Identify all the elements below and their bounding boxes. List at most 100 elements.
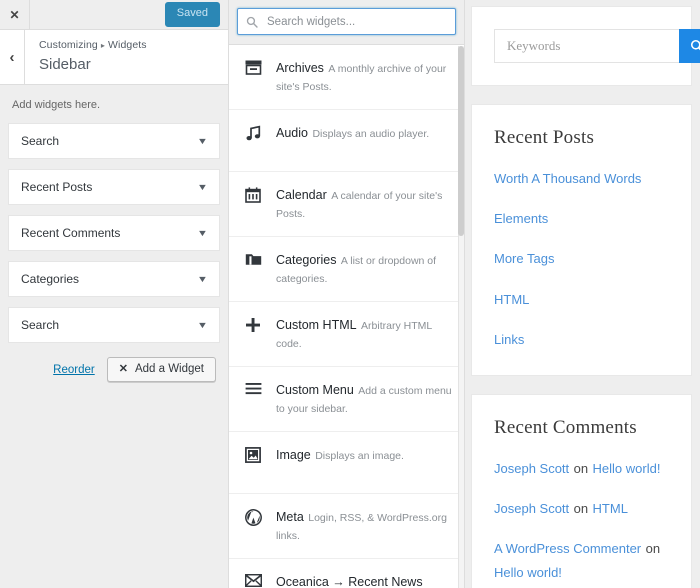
search-icon	[690, 39, 700, 51]
comment-author-link[interactable]: Joseph Scott	[494, 461, 569, 476]
customizer-app: ✕ Saved ‹ Customizing ▸ Widgets Sidebar Ad…	[0, 0, 700, 588]
archive-icon	[242, 60, 264, 75]
available-widgets-list: Archives A monthly archive of your site'…	[229, 45, 464, 587]
preview-recent-posts-widget: Recent Posts Worth A Thousand Words Elem…	[471, 104, 692, 376]
widget-accordion-row[interactable]: Recent Posts ▼	[8, 169, 220, 205]
widget-title: Image	[276, 448, 311, 462]
customizer-body: Add widgets here. Search ▼ Recent Posts …	[0, 85, 228, 382]
list-item: Elements	[494, 207, 669, 230]
widget-accordion-row[interactable]: Search ▼	[8, 307, 220, 343]
chevron-down-icon: ▼	[196, 182, 209, 192]
page-title: Sidebar	[39, 55, 91, 73]
post-link[interactable]: Worth A Thousand Words	[494, 171, 641, 186]
category-icon	[242, 252, 264, 266]
widget-list-item[interactable]: Categories A list or dropdown of categor…	[229, 237, 464, 302]
widget-list-item[interactable]: Archives A monthly archive of your site'…	[229, 45, 464, 110]
scrollbar-thumb[interactable]	[458, 46, 464, 236]
chevron-down-icon: ▼	[196, 320, 209, 330]
customizer-section-header: ‹ Customizing ▸ Widgets Sidebar	[0, 30, 228, 85]
search-input[interactable]	[265, 14, 455, 29]
comment-post-link[interactable]: HTML	[593, 501, 628, 516]
recent-posts-list: Worth A Thousand Words Elements More Tag…	[494, 167, 669, 351]
widget-title: Custom HTML	[276, 318, 357, 332]
widget-title: Categories	[276, 253, 337, 267]
widget-description: Displays an image.	[315, 450, 404, 462]
keywords-input[interactable]	[494, 29, 679, 63]
post-link[interactable]: Elements	[494, 211, 548, 226]
add-widget-button[interactable]: ✕ Add a Widget	[106, 357, 216, 382]
chevron-down-icon: ▼	[196, 274, 209, 284]
available-widgets-scrollbar[interactable]	[458, 46, 464, 588]
list-item: Joseph Scott on HTML	[494, 497, 669, 520]
widget-list-item[interactable]: Image Displays an image.	[229, 432, 464, 494]
widget-name: Recent Comments	[21, 226, 121, 240]
close-icon: ✕	[118, 362, 128, 375]
widget-accordion-row[interactable]: Recent Comments ▼	[8, 215, 220, 251]
preview-search-button[interactable]	[679, 29, 700, 63]
comment-post-link[interactable]: Hello world!	[494, 565, 562, 580]
recent-posts-heading: Recent Posts	[494, 127, 595, 148]
preview-search-widget	[471, 6, 700, 86]
plus-icon	[242, 317, 264, 333]
menu-icon	[242, 382, 264, 395]
list-item: HTML	[494, 288, 669, 311]
post-link[interactable]: HTML	[494, 292, 529, 307]
widget-list-item[interactable]: Oceanica → Recent News	[229, 559, 464, 587]
save-button[interactable]: Saved	[164, 2, 220, 27]
close-customizer-button[interactable]: ✕	[0, 0, 30, 29]
preview-search-form	[494, 29, 700, 63]
audio-icon	[242, 125, 264, 141]
comment-author-link[interactable]: A WordPress Commenter	[494, 541, 641, 556]
widget-accordion-row[interactable]: Search ▼	[8, 123, 220, 159]
widget-accordion-row[interactable]: Categories ▼	[8, 261, 220, 297]
add-widget-label: Add a Widget	[134, 363, 204, 375]
calendar-icon	[242, 187, 264, 203]
available-widgets-panel: Archives A monthly archive of your site'…	[229, 0, 465, 588]
chevron-down-icon: ▼	[196, 228, 209, 238]
widget-list-item[interactable]: Audio Displays an audio player.	[229, 110, 464, 172]
widget-name: Categories	[21, 272, 80, 286]
search-field-wrapper[interactable]	[237, 8, 456, 35]
widget-list-item[interactable]: Calendar A calendar of your site's Posts…	[229, 172, 464, 237]
list-item: More Tags	[494, 247, 669, 270]
site-preview: Recent Posts Worth A Thousand Words Elem…	[465, 0, 700, 588]
widget-title: Audio	[276, 126, 308, 140]
breadcrumb-root: Customizing	[39, 39, 98, 51]
sidebar-description: Add widgets here.	[12, 99, 101, 111]
comment-connector: on	[645, 541, 661, 557]
back-button[interactable]: ‹	[0, 30, 25, 84]
comment-author-link[interactable]: Joseph Scott	[494, 501, 569, 516]
available-widgets-search-area	[229, 0, 464, 45]
widget-description: Displays an audio player.	[312, 128, 430, 140]
widget-list-item[interactable]: Custom HTML Arbitrary HTML code.	[229, 302, 464, 367]
envelope-icon	[242, 574, 264, 587]
section-titles: Customizing ▸ Widgets Sidebar	[25, 30, 147, 84]
widget-list-item[interactable]: Meta Login, RSS, & WordPress.org links.	[229, 494, 464, 559]
widget-title: Archives	[276, 61, 324, 75]
image-icon	[242, 447, 264, 463]
recent-comments-heading: Recent Comments	[494, 416, 637, 438]
widget-list-item[interactable]: Custom Menu Add a custom menu to your si…	[229, 367, 464, 432]
comment-connector: on	[573, 460, 589, 476]
list-item: Links	[494, 328, 669, 351]
widget-actions: Reorder ✕ Add a Widget	[8, 353, 220, 382]
widget-name: Recent Posts	[21, 180, 93, 194]
list-item: A WordPress Commenter on Hello world!	[494, 537, 669, 583]
breadcrumb-section: Widgets	[108, 39, 147, 51]
comment-post-link[interactable]: Hello world!	[593, 461, 661, 476]
post-link[interactable]: More Tags	[494, 251, 554, 266]
recent-comments-list: Joseph Scott on Hello world! Joseph Scot…	[494, 457, 669, 584]
post-link[interactable]: Links	[494, 332, 524, 347]
reorder-button[interactable]: Reorder	[53, 364, 95, 376]
close-icon: ✕	[9, 7, 20, 22]
preview-recent-comments-widget: Recent Comments Joseph Scott on Hello wo…	[471, 393, 692, 588]
list-item: Worth A Thousand Words	[494, 167, 669, 190]
widget-title: Calendar	[276, 188, 327, 202]
widget-name: Search	[21, 134, 60, 148]
comment-connector: on	[573, 501, 589, 517]
chevron-down-icon: ▼	[196, 136, 209, 146]
search-icon	[246, 16, 258, 28]
widget-title: Custom Menu	[276, 383, 354, 397]
widget-name: Search	[21, 318, 60, 332]
